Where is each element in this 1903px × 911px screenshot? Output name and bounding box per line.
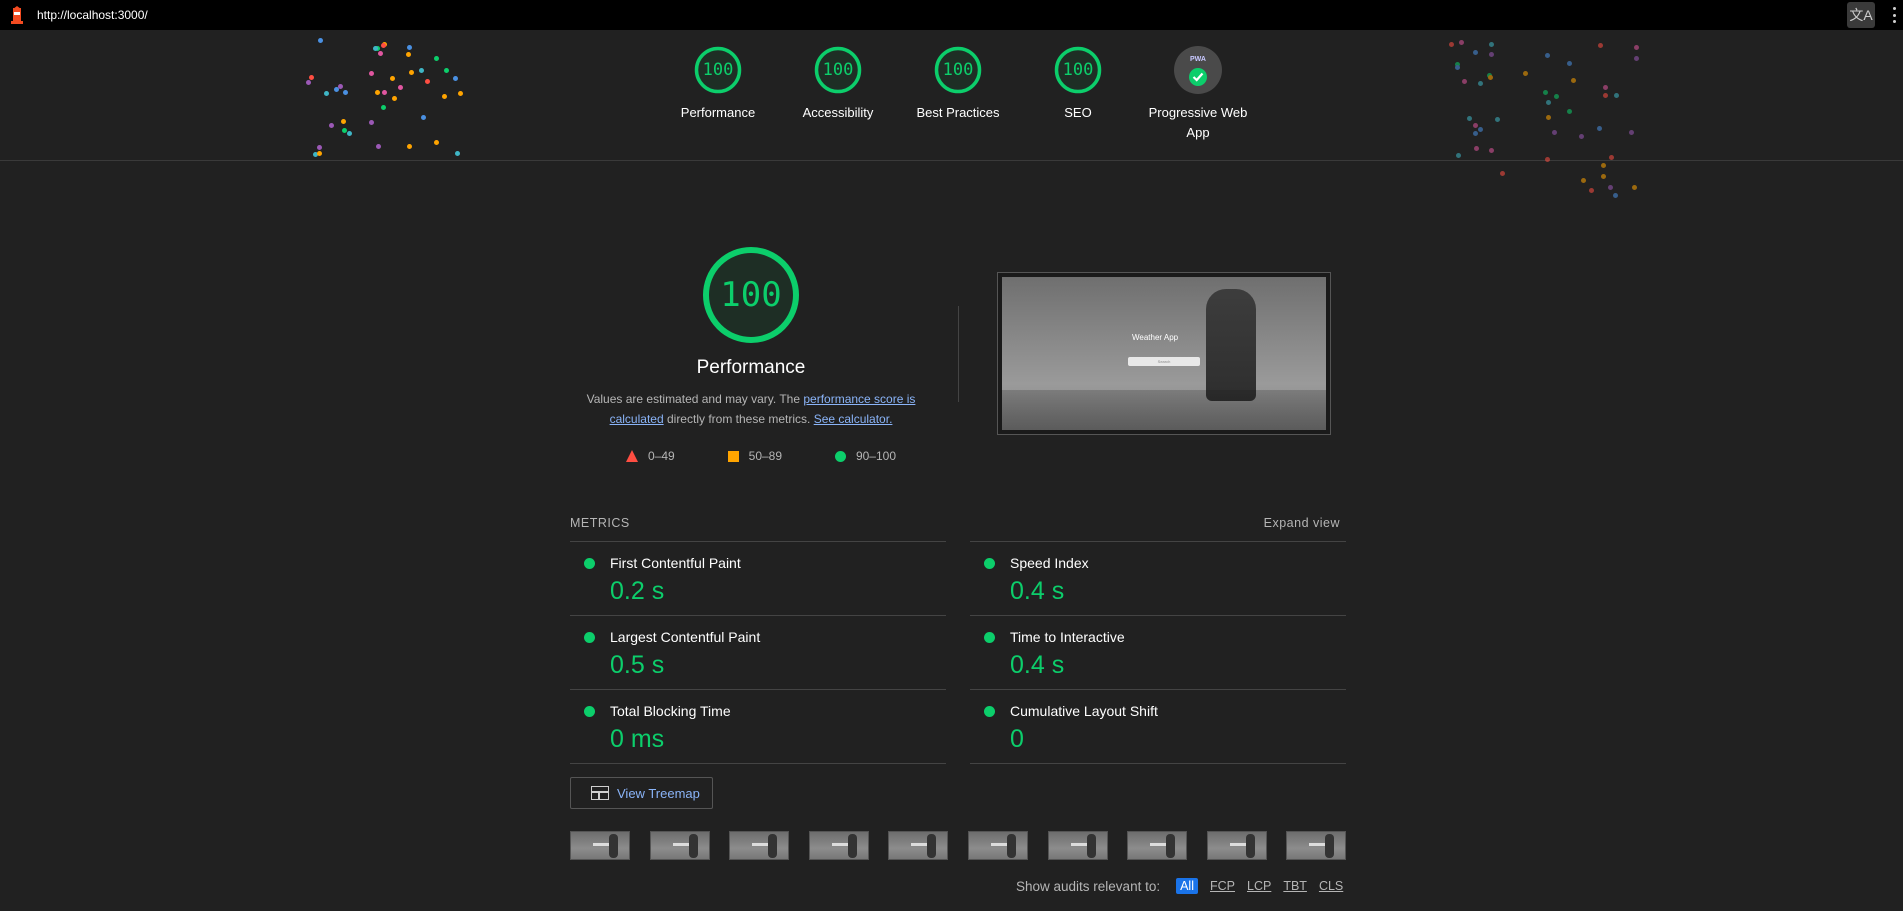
metric-tti: Time to Interactive 0.4 s [970,615,1346,689]
filmstrip-frame [649,831,710,860]
metric-tbt: Total Blocking Time 0 ms [570,689,946,763]
url-text: http://localhost:3000/ [37,8,148,22]
gauge-score: 100 [942,60,974,80]
desc-prefix: Values are estimated and may vary. The [586,392,804,406]
gauge-accessibility[interactable]: 100 Accessibility [778,46,898,123]
filmstrip-frame [570,831,630,860]
desc-middle: directly from these metrics. [663,412,814,426]
metric-name: Time to Interactive [1010,629,1125,645]
pwa-badge-icon: PWA [1174,46,1222,94]
metric-value: 0.4 s [1010,651,1065,679]
pass-icon [584,632,595,643]
gauge-performance[interactable]: 100 Performance [658,46,778,123]
legend-range: 50–89 [748,449,783,463]
metrics-heading: METRICS [570,516,630,530]
legend-range: 0–49 [648,449,675,463]
treemap-icon [591,786,609,800]
metric-value: 0 [1010,725,1024,753]
metric-name: Largest Contentful Paint [610,629,761,645]
gauge-label: Progressive Web App [1148,105,1248,140]
metrics-divider [570,763,946,764]
gauge-label: Performance [680,105,756,120]
audits-filter-label: Show audits relevant to: [1016,878,1161,894]
pwa-badge-text: PWA [1190,56,1206,63]
pass-icon [984,706,995,717]
filmstrip-frame [1286,831,1347,860]
gauge-label: Accessibility [802,105,874,120]
divider [958,306,959,402]
final-screenshot[interactable]: Weather App Search [997,272,1331,435]
filmstrip-frame [1047,831,1108,860]
performance-score: 100 [720,275,782,315]
gauge-best-practices[interactable]: 100 Best Practices [898,46,1018,123]
metric-name: Speed Index [1010,555,1089,571]
metric-name: Total Blocking Time [610,703,731,719]
filter-chip-fcp[interactable]: FCP [1210,879,1235,893]
filter-chip-cls[interactable]: CLS [1319,879,1343,893]
metric-speed-index: Speed Index 0.4 s [970,541,1346,615]
performance-title: Performance [696,357,806,378]
gauge-score: 100 [1062,60,1094,80]
pass-icon [584,558,595,569]
pass-icon [984,558,995,569]
filmstrip-frame [1127,831,1188,860]
gauge-pwa[interactable]: PWA Progressive Web App [1137,46,1259,143]
legend-fail: 0–49 [626,449,675,463]
view-treemap-button[interactable]: View Treemap [570,777,713,809]
filmstrip [570,831,1347,860]
gauge-label: SEO [1064,105,1092,120]
metric-value: 0 ms [610,725,665,753]
see-calculator-link[interactable]: See calculator. [814,412,893,426]
gauge-score: 100 [822,60,854,80]
metric-value: 0.2 s [610,577,665,605]
score-legend: 0–49 50–89 90–100 [626,449,896,463]
pass-icon [584,706,595,717]
confetti-decoration-right [1440,35,1640,200]
filter-chip-lcp[interactable]: LCP [1247,879,1271,893]
metric-cls: Cumulative Layout Shift 0 [970,689,1346,763]
filmstrip-frame [888,831,949,860]
legend-average: 50–89 [727,449,783,463]
confetti-decoration-left [305,35,465,165]
performance-description: Values are estimated and may vary. The p… [580,389,922,429]
filmstrip-frame [808,831,869,860]
more-options-icon[interactable] [1891,7,1897,23]
metric-value: 0.5 s [610,651,665,679]
filter-chip-all[interactable]: All [1176,878,1198,894]
metric-lcp: Largest Contentful Paint 0.5 s [570,615,946,689]
metric-name: First Contentful Paint [610,555,741,571]
legend-range: 90–100 [855,449,896,463]
metric-name: Cumulative Layout Shift [1010,703,1158,719]
filmstrip-frame [729,831,790,860]
lighthouse-icon [11,6,23,24]
metric-value: 0.4 s [1010,577,1065,605]
gauge-seo[interactable]: 100 SEO [1018,46,1138,123]
browser-bar: http://localhost:3000/ 文A [0,0,1903,30]
treemap-label: View Treemap [617,785,700,801]
square-icon [727,450,739,462]
screenshot-title: Weather App [1132,333,1179,342]
screenshot-image: Weather App Search [1002,277,1326,430]
screenshot-person [1206,289,1256,401]
metrics-header: METRICS Expand view [570,516,1340,530]
metric-fcp: First Contentful Paint 0.2 s [570,541,946,615]
filmstrip-frame [968,831,1028,860]
expand-view-button[interactable]: Expand view [1264,516,1340,530]
screenshot-road [1002,390,1326,430]
translate-icon[interactable]: 文A [1847,2,1875,28]
filter-chip-tbt[interactable]: TBT [1283,879,1307,893]
pass-icon [984,632,995,643]
scores-header: 100 Performance 100 Accessibility 100 Be… [0,30,1903,198]
performance-gauge: 100 [702,246,800,344]
filmstrip-frame [1206,831,1267,860]
gauge-label: Best Practices [916,105,1000,120]
gauge-score: 100 [702,60,734,80]
metrics-divider [970,763,1346,764]
triangle-icon [626,450,638,462]
audits-filter: Show audits relevant to: All FCP LCP TBT… [1016,878,1343,894]
legend-pass: 90–100 [834,449,896,463]
screenshot-search: Search [1128,357,1200,366]
circle-icon [834,450,846,462]
